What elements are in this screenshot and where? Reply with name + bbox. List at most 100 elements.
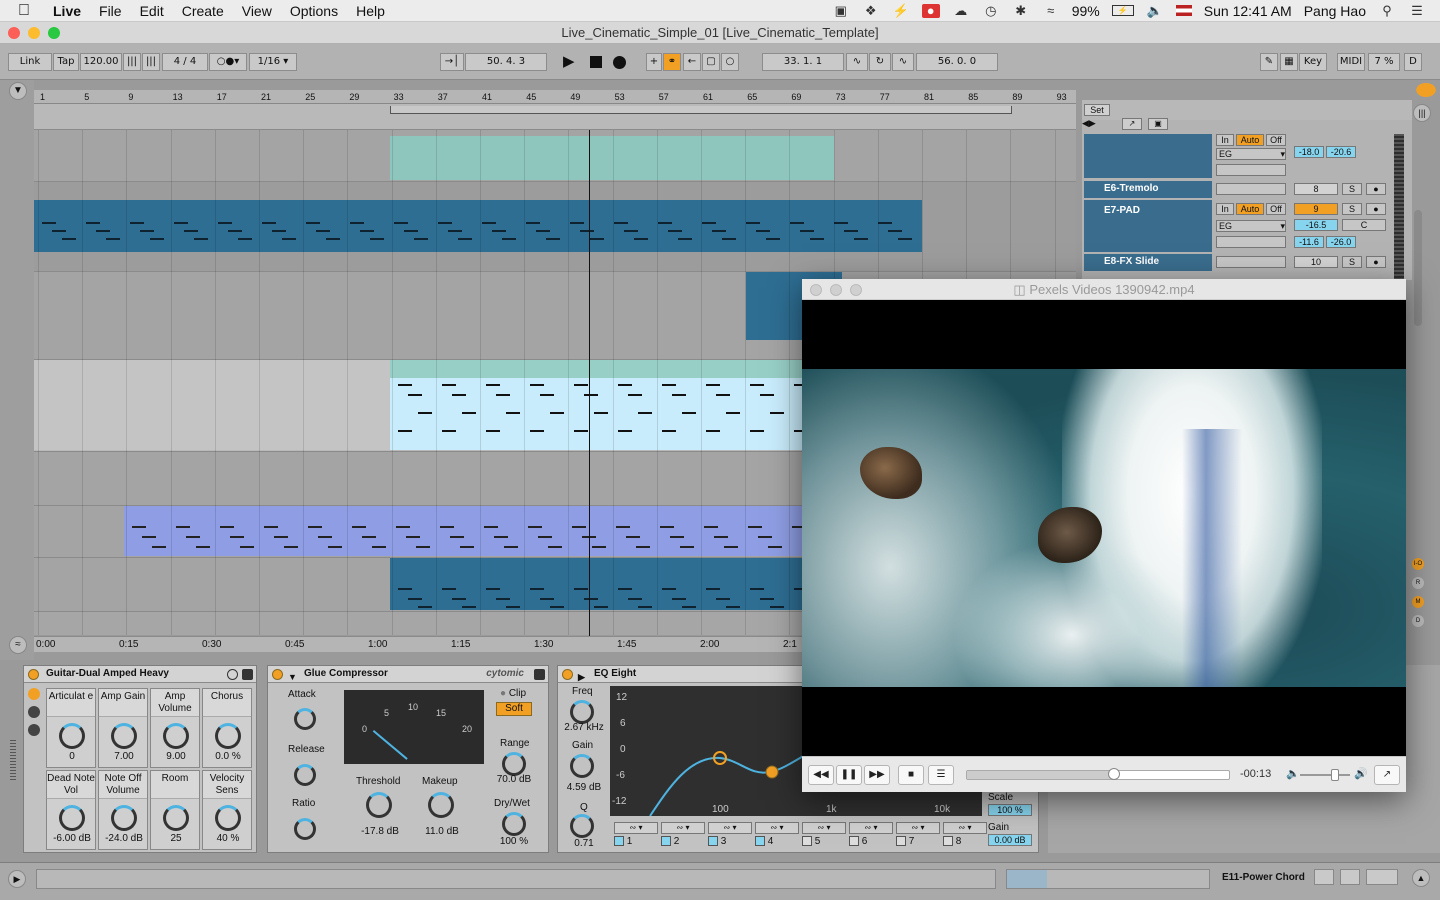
clip-toggle[interactable]: ● Clip	[500, 688, 526, 699]
fold-icon[interactable]: ▼	[288, 669, 297, 685]
auto-button[interactable]: Auto	[1236, 134, 1264, 146]
apple-icon[interactable]: 	[0, 2, 44, 20]
menu-view[interactable]: View	[233, 3, 281, 19]
set-button[interactable]: Set	[1084, 104, 1110, 116]
eq-band-5[interactable]: ∾ ▾ 5	[802, 822, 846, 850]
volume-low-icon[interactable]: 🔈	[1286, 767, 1300, 780]
macro-toggle-icon[interactable]	[28, 688, 40, 700]
mixer-toggle-icon[interactable]: |||	[1413, 104, 1431, 122]
macro-dial[interactable]	[59, 805, 85, 831]
stop-icon[interactable]	[590, 56, 602, 68]
rewind-icon[interactable]: ◀◀	[808, 765, 834, 785]
midi-track-icon[interactable]	[1314, 869, 1334, 885]
midi-clip[interactable]	[124, 506, 842, 556]
track-number[interactable]: 8	[1294, 183, 1338, 195]
macro-knob-5[interactable]: Dead Note Vol -6.00 dB	[46, 770, 96, 850]
loop-length-field[interactable]: 56. 0. 0	[916, 53, 998, 71]
pause-icon[interactable]: ❚❚	[836, 765, 862, 785]
band-enable-toggle[interactable]	[708, 836, 718, 847]
input-route-select[interactable]: EG ▾	[1216, 220, 1286, 232]
pan-field[interactable]: C	[1342, 219, 1386, 231]
fast-forward-icon[interactable]: ▶▶	[864, 765, 890, 785]
input-channel-select[interactable]	[1216, 164, 1286, 176]
vertical-scrollbar[interactable]	[1414, 210, 1422, 326]
band-enable-toggle[interactable]	[661, 836, 671, 847]
flag-icon[interactable]	[1175, 5, 1192, 16]
volume-knob[interactable]	[1331, 769, 1339, 781]
menu-app[interactable]: Live	[44, 3, 90, 19]
zoom-window-button[interactable]	[850, 284, 862, 296]
re-enable-automation-icon[interactable]: ←	[683, 53, 701, 71]
filter-type-select[interactable]: ∾ ▾	[943, 822, 987, 834]
record-icon[interactable]: ●	[921, 3, 940, 18]
macro-dial[interactable]	[215, 805, 241, 831]
clip-view-icon[interactable]	[1340, 869, 1360, 885]
eq-band-1[interactable]: ∾ ▾ 1	[614, 822, 658, 850]
menu-file[interactable]: File	[90, 3, 131, 19]
delay-toggle[interactable]: D	[1412, 615, 1424, 627]
track-header-e8[interactable]: E8-FX Slide	[1084, 254, 1212, 271]
filter-type-select[interactable]: ∾ ▾	[614, 822, 658, 834]
arm-icon[interactable]: ●	[1366, 256, 1386, 268]
nav-arrows-icon[interactable]: ◀▶	[1082, 118, 1102, 130]
track-header-e6[interactable]: E6-Tremolo	[1084, 181, 1212, 198]
eq-band-7[interactable]: ∾ ▾ 7	[896, 822, 940, 850]
save-preset-icon[interactable]	[242, 669, 253, 680]
macro-knob-8[interactable]: Velocity Sens 40 %	[202, 770, 252, 850]
filter-type-select[interactable]: ∾ ▾	[849, 822, 893, 834]
macro-knob-3[interactable]: Amp Volume 9.00	[150, 688, 200, 768]
spotlight-icon[interactable]: ⚲	[1378, 3, 1396, 18]
fullscreen-icon[interactable]: ↗	[1374, 765, 1400, 785]
fold-icon[interactable]: ▶	[578, 669, 585, 685]
info-toggle-icon[interactable]: ▶	[8, 870, 26, 888]
loop-brace[interactable]	[390, 106, 1012, 114]
arm-icon[interactable]: ●	[1366, 183, 1386, 195]
seek-knob[interactable]	[1107, 768, 1120, 780]
eq-band-3[interactable]: ∾ ▾ 3	[708, 822, 752, 850]
tap-button[interactable]: Tap	[53, 53, 79, 71]
returns-toggle[interactable]: R	[1412, 577, 1424, 589]
volume-field[interactable]: -16.5	[1294, 219, 1338, 231]
drywet-knob[interactable]	[502, 812, 526, 836]
play-icon[interactable]: ▶	[563, 54, 579, 70]
zoom-window-button[interactable]	[48, 27, 60, 39]
band-enable-toggle[interactable]	[755, 836, 765, 847]
menu-options[interactable]: Options	[281, 3, 347, 19]
playlist-icon[interactable]: ☰	[928, 765, 954, 785]
track-input-slot[interactable]	[1216, 256, 1286, 268]
band-enable-toggle[interactable]	[614, 836, 624, 847]
volume-slider[interactable]	[1300, 769, 1350, 781]
macro-knob-2[interactable]: Amp Gain 7.00	[98, 688, 148, 768]
macro-dial[interactable]	[163, 723, 189, 749]
stop-icon[interactable]: ■	[898, 765, 924, 785]
mixer-toggle[interactable]: M	[1412, 596, 1424, 608]
threshold-knob[interactable]	[366, 792, 392, 818]
camera-icon[interactable]: ▣	[832, 3, 850, 18]
input-route-select[interactable]: EG ▾	[1216, 148, 1286, 160]
menu-create[interactable]: Create	[173, 3, 233, 19]
quantize-menu[interactable]: 1/16 ▾	[249, 53, 297, 71]
filter-type-select[interactable]: ∾ ▾	[755, 822, 799, 834]
automation-arm-icon[interactable]: ⚭	[663, 53, 681, 71]
menu-clock[interactable]: Sun 12:41 AM	[1204, 3, 1292, 19]
cloud-icon[interactable]: ☁	[952, 3, 970, 18]
record-button-icon[interactable]	[613, 56, 626, 69]
filter-type-select[interactable]: ∾ ▾	[802, 822, 846, 834]
eq-band-4[interactable]: ∾ ▾ 4	[755, 822, 799, 850]
minimize-window-button[interactable]	[28, 27, 40, 39]
session-record-icon[interactable]: ○	[721, 53, 739, 71]
menu-help[interactable]: Help	[347, 3, 394, 19]
menu-edit[interactable]: Edit	[131, 3, 173, 19]
overview-toggle-icon[interactable]: ▼	[9, 82, 27, 100]
notification-center-icon[interactable]: ☰	[1408, 3, 1426, 18]
macro-dial[interactable]	[111, 723, 137, 749]
device-on-icon[interactable]	[272, 669, 283, 680]
filter-type-select[interactable]: ∾ ▾	[896, 822, 940, 834]
video-frame[interactable]	[802, 369, 1406, 687]
solo-button[interactable]: S	[1342, 183, 1362, 195]
gain-knob[interactable]	[570, 754, 594, 778]
off-button[interactable]: Off	[1266, 134, 1286, 146]
midi-map-button[interactable]: MIDI	[1337, 53, 1365, 71]
close-window-button[interactable]	[810, 284, 822, 296]
macro-dial[interactable]	[215, 723, 241, 749]
